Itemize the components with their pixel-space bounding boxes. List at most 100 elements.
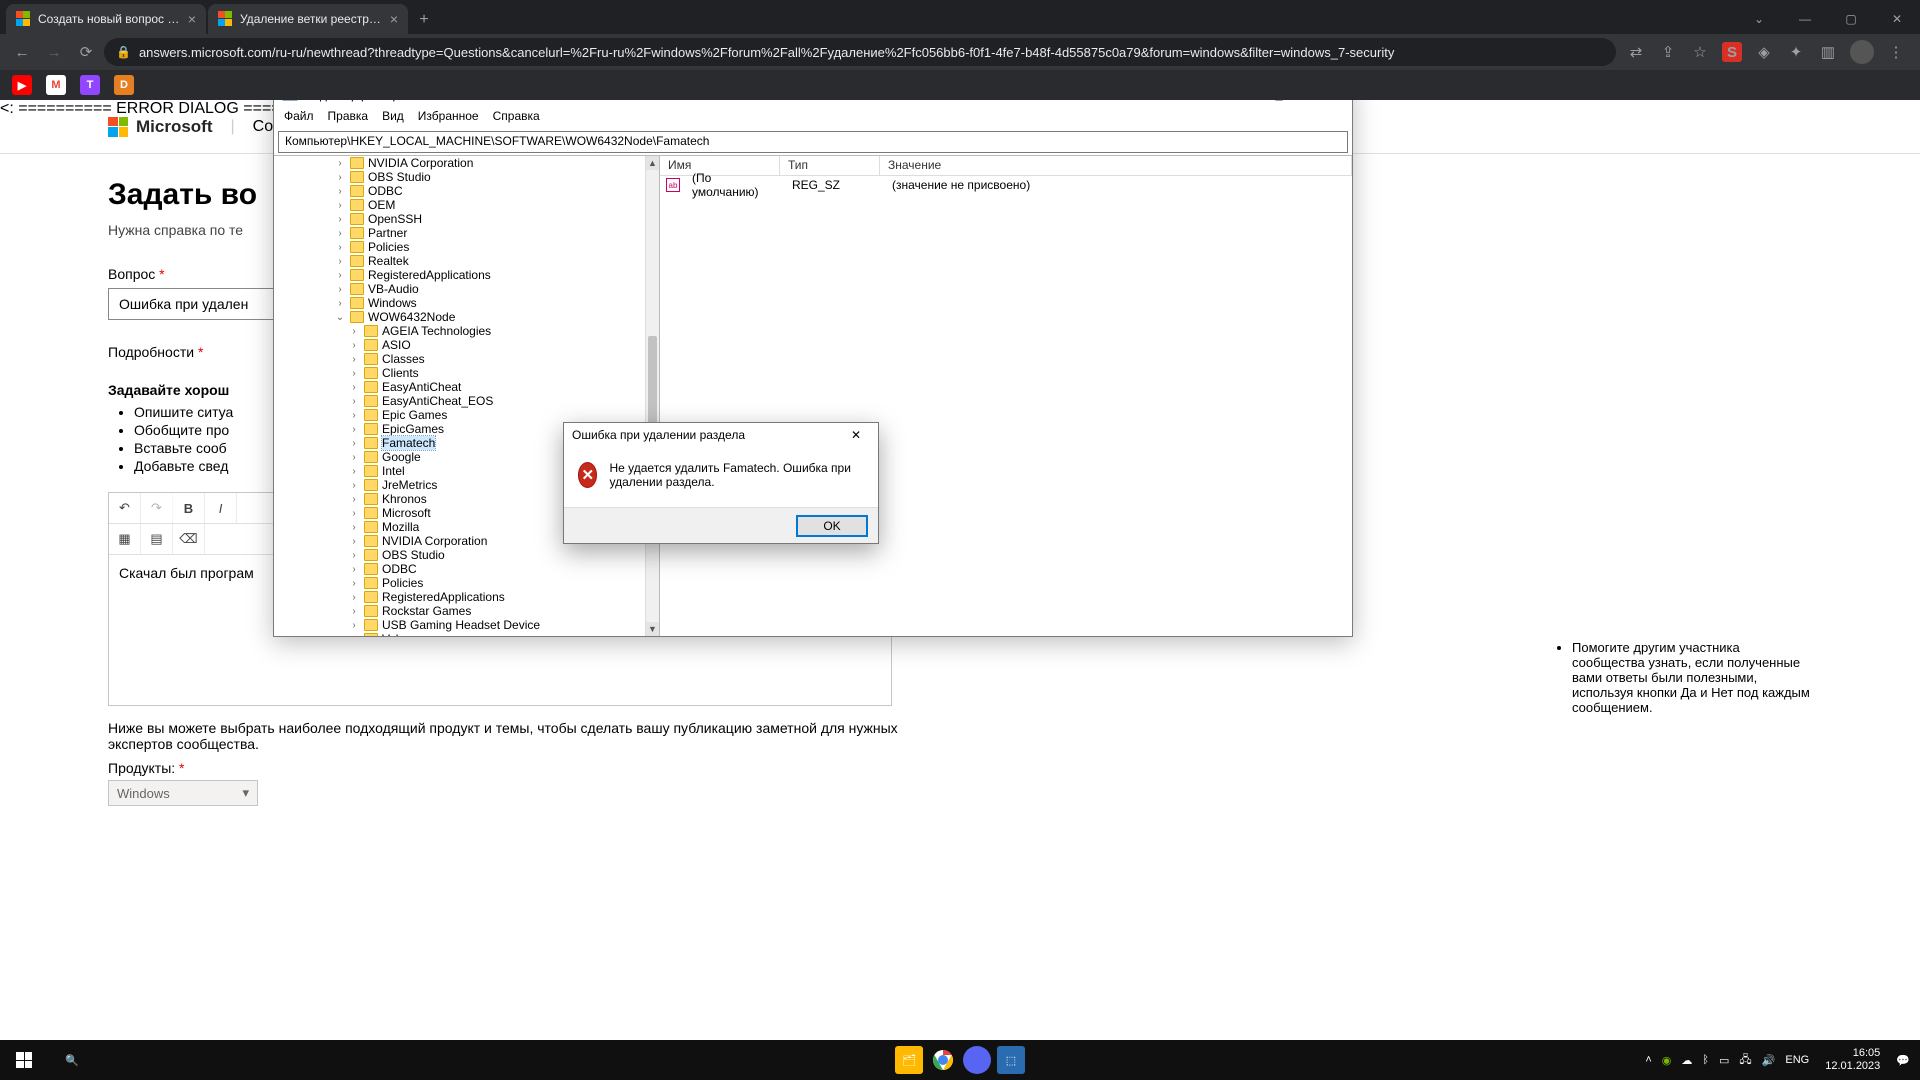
tree-item[interactable]: ⌄WOW6432Node — [274, 310, 645, 324]
col-value[interactable]: Значение — [880, 156, 1352, 175]
tab-close-icon[interactable]: × — [390, 11, 398, 27]
tree-item[interactable]: ›OBS Studio — [274, 170, 645, 184]
scroll-down-icon[interactable]: ▼ — [646, 622, 659, 636]
maximize-button[interactable]: ▢ — [1828, 4, 1874, 34]
taskbar-chrome[interactable] — [929, 1046, 957, 1074]
browser-tab-2[interactable]: Удаление ветки реестра - "Оши × — [208, 4, 408, 34]
menu-edit[interactable]: Правка — [328, 109, 369, 129]
chrome-dropdown-icon[interactable]: ⌄ — [1736, 4, 1782, 34]
tree-item[interactable]: ›EasyAntiCheat — [274, 380, 645, 394]
extensions-icon[interactable]: ✦ — [1786, 42, 1806, 62]
tree-item[interactable]: ›AGEIA Technologies — [274, 324, 645, 338]
tray-clock[interactable]: 16:05 12.01.2023 — [1819, 1047, 1886, 1073]
shield-icon[interactable]: ◈ — [1754, 42, 1774, 62]
back-button[interactable]: ← — [8, 38, 36, 66]
tray-nvidia-icon[interactable]: ◉ — [1662, 1054, 1672, 1067]
expand-icon[interactable]: › — [348, 340, 360, 351]
expand-icon[interactable]: › — [348, 396, 360, 407]
bookmark-d[interactable]: D — [114, 75, 134, 95]
start-button[interactable] — [0, 1040, 48, 1080]
taskbar-app-1[interactable] — [963, 1046, 991, 1074]
menu-view[interactable]: Вид — [382, 109, 404, 129]
tree-item[interactable]: ›Policies — [274, 576, 645, 590]
tree-item[interactable]: ›Valve — [274, 632, 645, 636]
expand-icon[interactable]: › — [348, 550, 360, 561]
expand-icon[interactable]: › — [334, 186, 346, 197]
tree-item[interactable]: ›Realtek — [274, 254, 645, 268]
expand-icon[interactable]: › — [348, 620, 360, 631]
taskbar-regedit[interactable]: ⬚ — [997, 1046, 1025, 1074]
tree-item[interactable]: ›Epic Games — [274, 408, 645, 422]
tray-network-icon[interactable]: 🖧 — [1739, 1051, 1751, 1070]
tree-item[interactable]: ›VB-Audio — [274, 282, 645, 296]
italic-button[interactable]: I — [205, 493, 237, 523]
tray-bluetooth-icon[interactable]: ᛒ — [1702, 1054, 1709, 1066]
tree-item[interactable]: ›NVIDIA Corporation — [274, 156, 645, 170]
expand-icon[interactable]: › — [348, 326, 360, 337]
tab-close-icon[interactable]: × — [188, 11, 196, 27]
expand-icon[interactable]: › — [334, 200, 346, 211]
translate-icon[interactable]: ⇄ — [1626, 42, 1646, 62]
tray-language[interactable]: ENG — [1785, 1054, 1809, 1066]
microsoft-logo[interactable]: Microsoft — [108, 117, 213, 137]
expand-icon[interactable]: › — [348, 536, 360, 547]
tree-item[interactable]: ›Partner — [274, 226, 645, 240]
expand-icon[interactable]: › — [334, 256, 346, 267]
tree-item[interactable]: ›ASIO — [274, 338, 645, 352]
profile-avatar[interactable] — [1850, 40, 1874, 64]
expand-icon[interactable]: › — [348, 578, 360, 589]
extension-badge[interactable]: S — [1722, 42, 1742, 62]
tray-notifications-icon[interactable]: 💬 — [1896, 1054, 1910, 1067]
products-select[interactable]: Windows ▾ — [108, 780, 258, 806]
expand-icon[interactable]: › — [348, 424, 360, 435]
dialog-titlebar[interactable]: Ошибка при удалении раздела ✕ — [564, 423, 878, 447]
tree-item[interactable]: ›OpenSSH — [274, 212, 645, 226]
tree-item[interactable]: ›ODBC — [274, 184, 645, 198]
tree-item[interactable]: ›ODBC — [274, 562, 645, 576]
expand-icon[interactable]: › — [348, 494, 360, 505]
expand-icon[interactable]: › — [348, 354, 360, 365]
browser-tab-1[interactable]: Создать новый вопрос или нач × — [6, 4, 206, 34]
ok-button[interactable]: OK — [796, 515, 868, 537]
undo-button[interactable]: ↶ — [109, 493, 141, 523]
bold-button[interactable]: B — [173, 493, 205, 523]
tray-chevron-icon[interactable]: ˄ — [1645, 1054, 1651, 1066]
expand-icon[interactable]: › — [348, 382, 360, 393]
tree-item[interactable]: ›Windows — [274, 296, 645, 310]
expand-icon[interactable]: › — [348, 606, 360, 617]
dialog-close-button[interactable]: ✕ — [842, 425, 870, 445]
expand-icon[interactable]: › — [348, 480, 360, 491]
new-tab-button[interactable]: + — [410, 6, 438, 34]
regedit-minimize[interactable]: ― — [1214, 100, 1252, 107]
clear-button[interactable]: ⌫ — [173, 524, 205, 554]
expand-icon[interactable]: › — [334, 158, 346, 169]
expand-icon[interactable]: › — [348, 564, 360, 575]
address-bar[interactable]: 🔒 answers.microsoft.com/ru-ru/newthread?… — [104, 38, 1616, 66]
expand-icon[interactable]: › — [348, 508, 360, 519]
expand-icon[interactable]: › — [334, 172, 346, 183]
tree-item[interactable]: ›Policies — [274, 240, 645, 254]
tree-item[interactable]: ›OEM — [274, 198, 645, 212]
expand-icon[interactable]: › — [334, 298, 346, 309]
tree-scrollbar[interactable]: ▲ ▼ — [645, 156, 659, 636]
tray-battery-icon[interactable]: ▭ — [1719, 1054, 1729, 1067]
tree-item[interactable]: ›OBS Studio — [274, 548, 645, 562]
tray-onedrive-icon[interactable]: ☁ — [1681, 1054, 1692, 1067]
expand-icon[interactable]: › — [348, 438, 360, 449]
bookmark-youtube[interactable]: ▶ — [12, 75, 32, 95]
minimize-button[interactable]: ― — [1782, 4, 1828, 34]
regedit-close[interactable]: ✕ — [1306, 100, 1344, 107]
image-button[interactable]: ▦ — [109, 524, 141, 554]
bookmark-twitch[interactable]: T — [80, 75, 100, 95]
expand-icon[interactable]: ⌄ — [334, 312, 346, 323]
regedit-titlebar[interactable]: Редактор реестра ― ▢ ✕ — [274, 100, 1352, 109]
redo-button[interactable]: ↷ — [141, 493, 173, 523]
menu-favorites[interactable]: Избранное — [418, 109, 479, 129]
taskbar-explorer[interactable]: 🗂 — [895, 1046, 923, 1074]
table-button[interactable]: ▤ — [141, 524, 173, 554]
expand-icon[interactable]: › — [334, 228, 346, 239]
share-icon[interactable]: ⇪ — [1658, 42, 1678, 62]
regedit-path[interactable]: Компьютер\HKEY_LOCAL_MACHINE\SOFTWARE\WO… — [278, 131, 1348, 153]
expand-icon[interactable]: › — [334, 242, 346, 253]
menu-help[interactable]: Справка — [493, 109, 540, 129]
